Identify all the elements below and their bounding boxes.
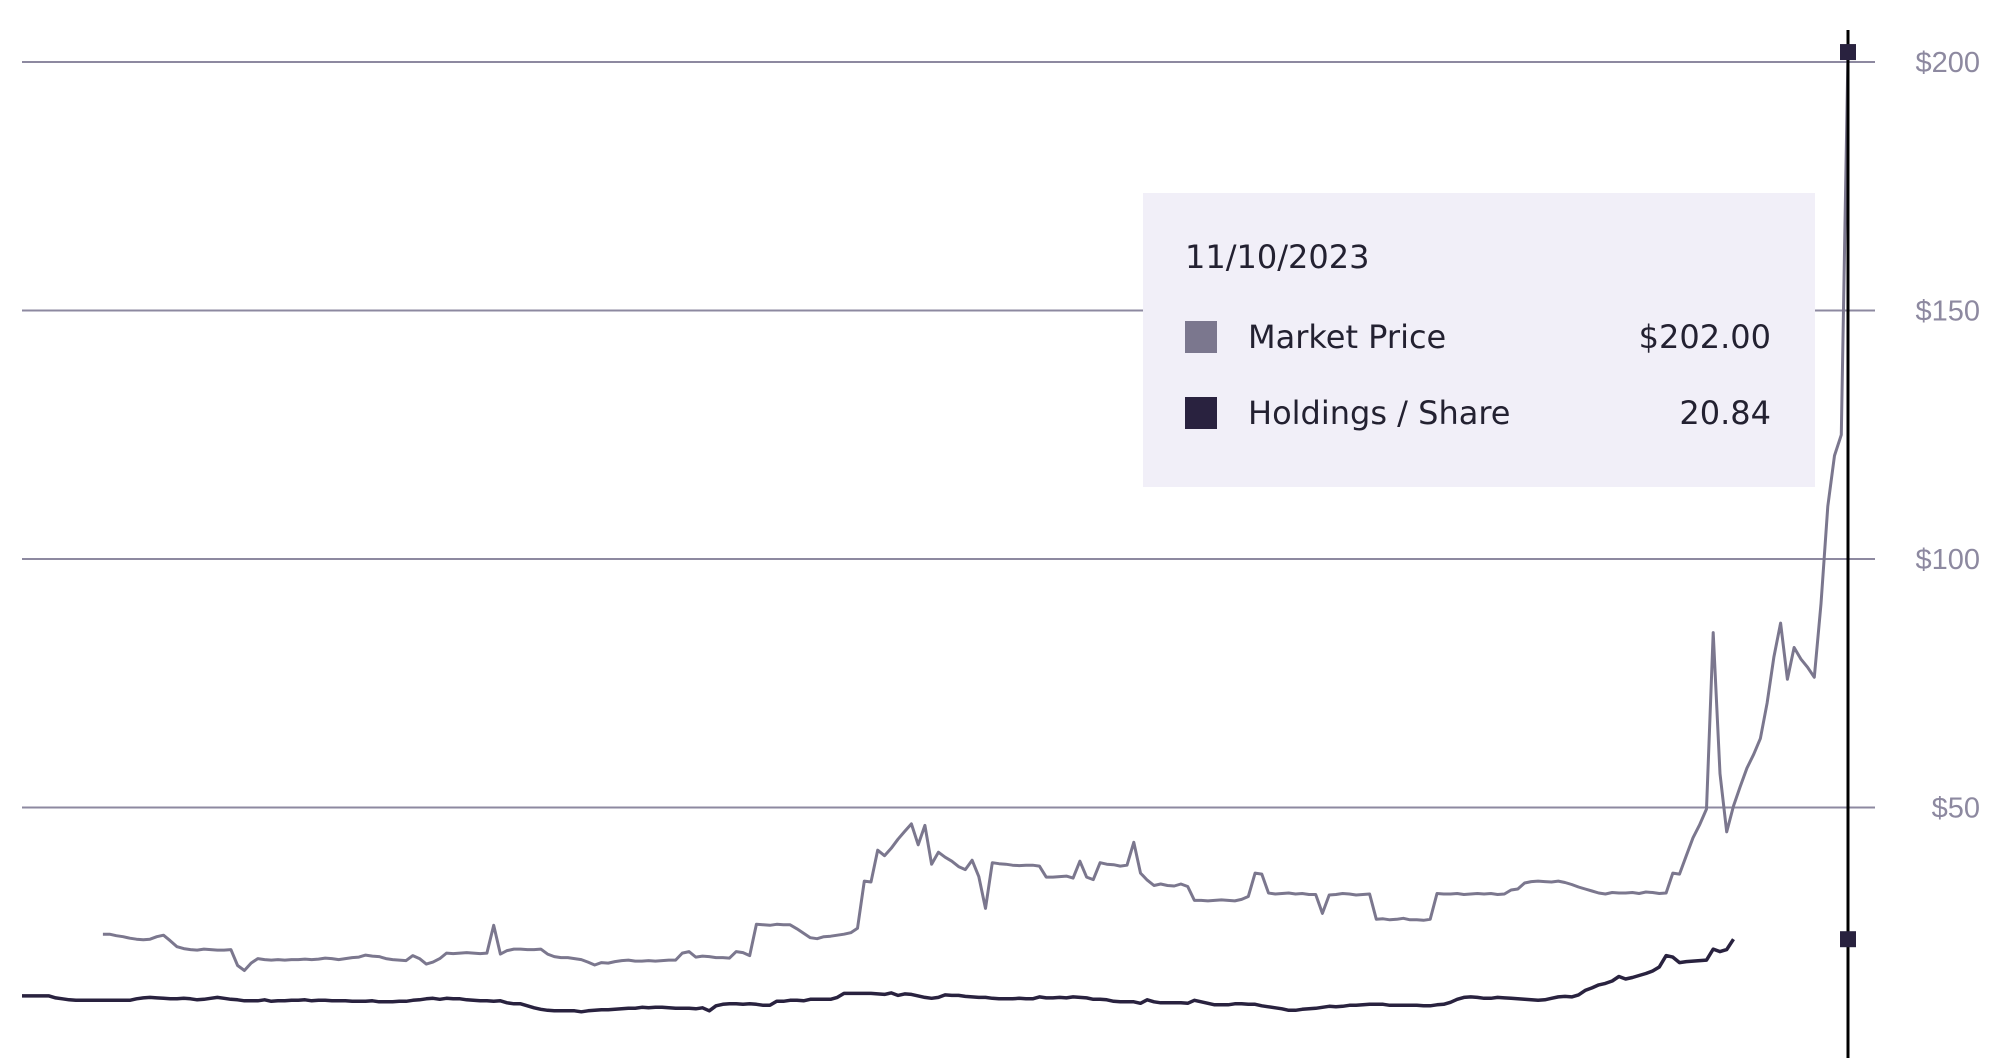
cursor-marker-market-price — [1840, 44, 1856, 61]
y-tick-label: $150 — [1915, 296, 1980, 328]
y-tick-label: $50 — [1932, 793, 1980, 825]
holdings-share-swatch — [1185, 397, 1217, 429]
tooltip-label-market-price: Market Price — [1248, 318, 1447, 356]
series-line-holdings-per-share — [22, 938, 1735, 1014]
tooltip-row-market-price: Market Price $202.00 — [1185, 317, 1771, 357]
y-tick-label: $200 — [1915, 47, 1980, 79]
line-chart[interactable]: $50 $100 $150 $200 — [0, 0, 1999, 1058]
tooltip-label-holdings-share: Holdings / Share — [1248, 394, 1511, 432]
tooltip-value-market-price: $202.00 — [1638, 318, 1771, 356]
series-line-market-price — [102, 52, 1850, 972]
cursor-marker-holdings-per-share — [1840, 931, 1856, 948]
hover-cursor — [1840, 30, 1856, 1058]
tooltip-value-holdings-share: 20.84 — [1679, 394, 1771, 432]
y-axis-ticks: $50 $100 $150 $200 — [1915, 47, 1980, 825]
tooltip-date: 11/10/2023 — [1185, 238, 1370, 276]
chart-tooltip: 11/10/2023 Market Price $202.00 Holdings… — [1143, 193, 1815, 487]
tooltip-row-holdings-share: Holdings / Share 20.84 — [1185, 393, 1771, 433]
market-price-swatch — [1185, 321, 1217, 353]
y-tick-label: $100 — [1915, 544, 1980, 576]
